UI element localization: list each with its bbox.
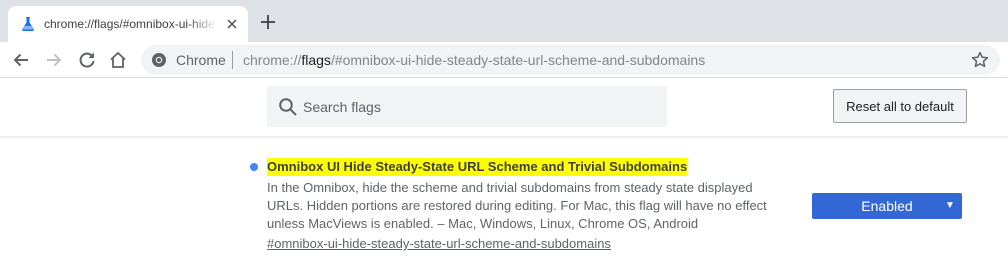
flask-icon [22,17,34,31]
flag-permalink[interactable]: #omnibox-ui-hide-steady-state-url-scheme… [267,235,611,253]
flag-description: In the Omnibox, hide the scheme and triv… [267,180,767,231]
dropdown-caret-icon: ▼ [945,200,955,211]
modified-indicator-dot [250,163,258,171]
chrome-logo-icon [152,53,166,67]
flags-header: Reset all to default [0,79,1008,136]
close-icon[interactable] [226,18,238,30]
flag-title: Omnibox UI Hide Steady-State URL Scheme … [267,158,688,176]
reload-icon[interactable] [77,50,97,70]
tab-strip: chrome://flags/#omnibox-ui-hide-steady-s… [0,0,1008,42]
tab-title: chrome://flags/#omnibox-ui-hide-steady-s… [44,17,218,31]
omnibox-chip-label: Chrome [176,52,226,68]
flag-state-value: Enabled [861,198,913,214]
star-icon[interactable] [970,50,990,70]
search-box[interactable] [267,86,667,127]
reset-all-button[interactable]: Reset all to default [833,89,967,123]
back-arrow-icon[interactable] [11,50,31,70]
search-input[interactable] [303,86,658,127]
active-tab[interactable]: chrome://flags/#omnibox-ui-hide-steady-s… [8,6,248,42]
toolbar: Chrome chrome://flags/#omnibox-ui-hide-s… [0,42,1008,78]
url-scheme: chrome:// [243,52,302,68]
home-icon[interactable] [108,50,128,70]
url-rest: /#omnibox-ui-hide-steady-state-url-schem… [330,52,706,68]
url-host: flags [301,52,331,68]
forward-arrow-icon[interactable] [44,50,64,70]
flag-state-select[interactable]: Enabled ▼ [812,193,962,219]
new-tab-plus-icon[interactable] [260,14,276,30]
omnibox[interactable]: Chrome chrome://flags/#omnibox-ui-hide-s… [141,45,1000,75]
search-icon [279,98,297,116]
omnibox-url[interactable]: chrome://flags/#omnibox-ui-hide-steady-s… [243,52,705,68]
omnibox-separator [232,51,233,69]
